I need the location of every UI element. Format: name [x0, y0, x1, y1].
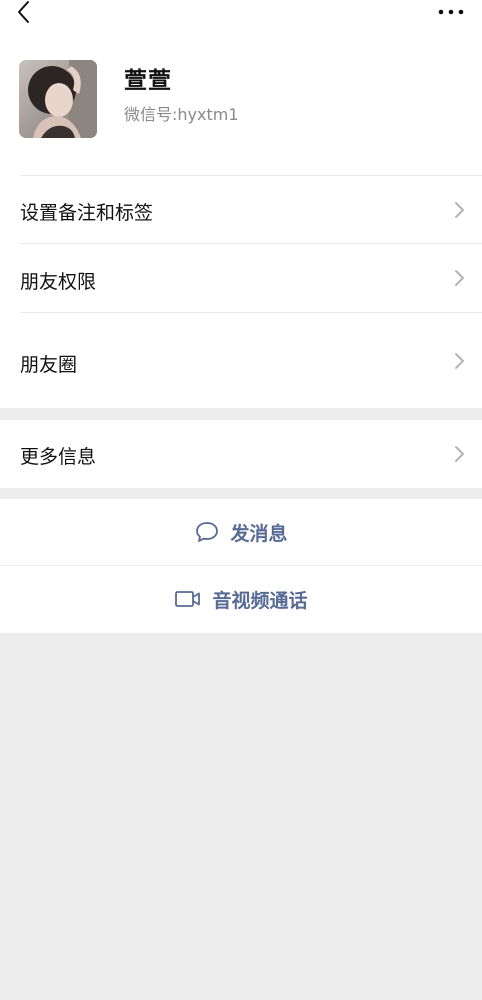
chevron-right-icon [455, 202, 464, 218]
avatar[interactable] [19, 60, 97, 138]
back-button[interactable] [10, 0, 38, 26]
avatar-photo [19, 60, 97, 138]
row-friend-permissions[interactable]: 朋友权限 [0, 244, 482, 312]
row-label: 朋友圈 [20, 354, 78, 376]
wechat-id-label: 微信号: [124, 105, 178, 124]
send-message-label: 发消息 [230, 522, 288, 545]
send-message-button[interactable]: 发消息 [0, 499, 482, 565]
video-call-label: 音视频通话 [212, 589, 308, 612]
row-more-info[interactable]: 更多信息 [0, 420, 482, 488]
row-label: 设置备注和标签 [20, 202, 154, 224]
row-label: 朋友权限 [20, 271, 97, 293]
wechat-id: 微信号:hyxtm1 [124, 101, 239, 125]
more-info-section: 更多信息 [0, 420, 482, 488]
chevron-right-icon [455, 446, 464, 462]
row-moments[interactable]: 朋友圈 [0, 313, 482, 408]
profile-header: 萱萱 微信号:hyxtm1 [0, 55, 482, 150]
video-call-button[interactable]: 音视频通话 [0, 566, 482, 632]
chevron-right-icon [455, 270, 464, 286]
chevron-left-icon [18, 1, 29, 23]
chevron-right-icon [455, 353, 464, 369]
more-button[interactable] [434, 2, 468, 22]
row-set-remark[interactable]: 设置备注和标签 [0, 176, 482, 243]
more-dots-icon [438, 9, 464, 15]
speech-bubble-icon [196, 522, 219, 542]
actions-section: 发消息 音视频通话 [0, 499, 482, 633]
row-label: 更多信息 [20, 446, 97, 468]
contact-name: 萱萱 [124, 68, 172, 94]
video-camera-icon [175, 591, 201, 607]
contact-profile-page: 萱萱 微信号:hyxtm1 设置备注和标签 朋友权限 朋友圈 更多信息 发消息 … [0, 0, 482, 1000]
nav-bar [0, 0, 482, 28]
wechat-id-value: hyxtm1 [177, 105, 239, 124]
